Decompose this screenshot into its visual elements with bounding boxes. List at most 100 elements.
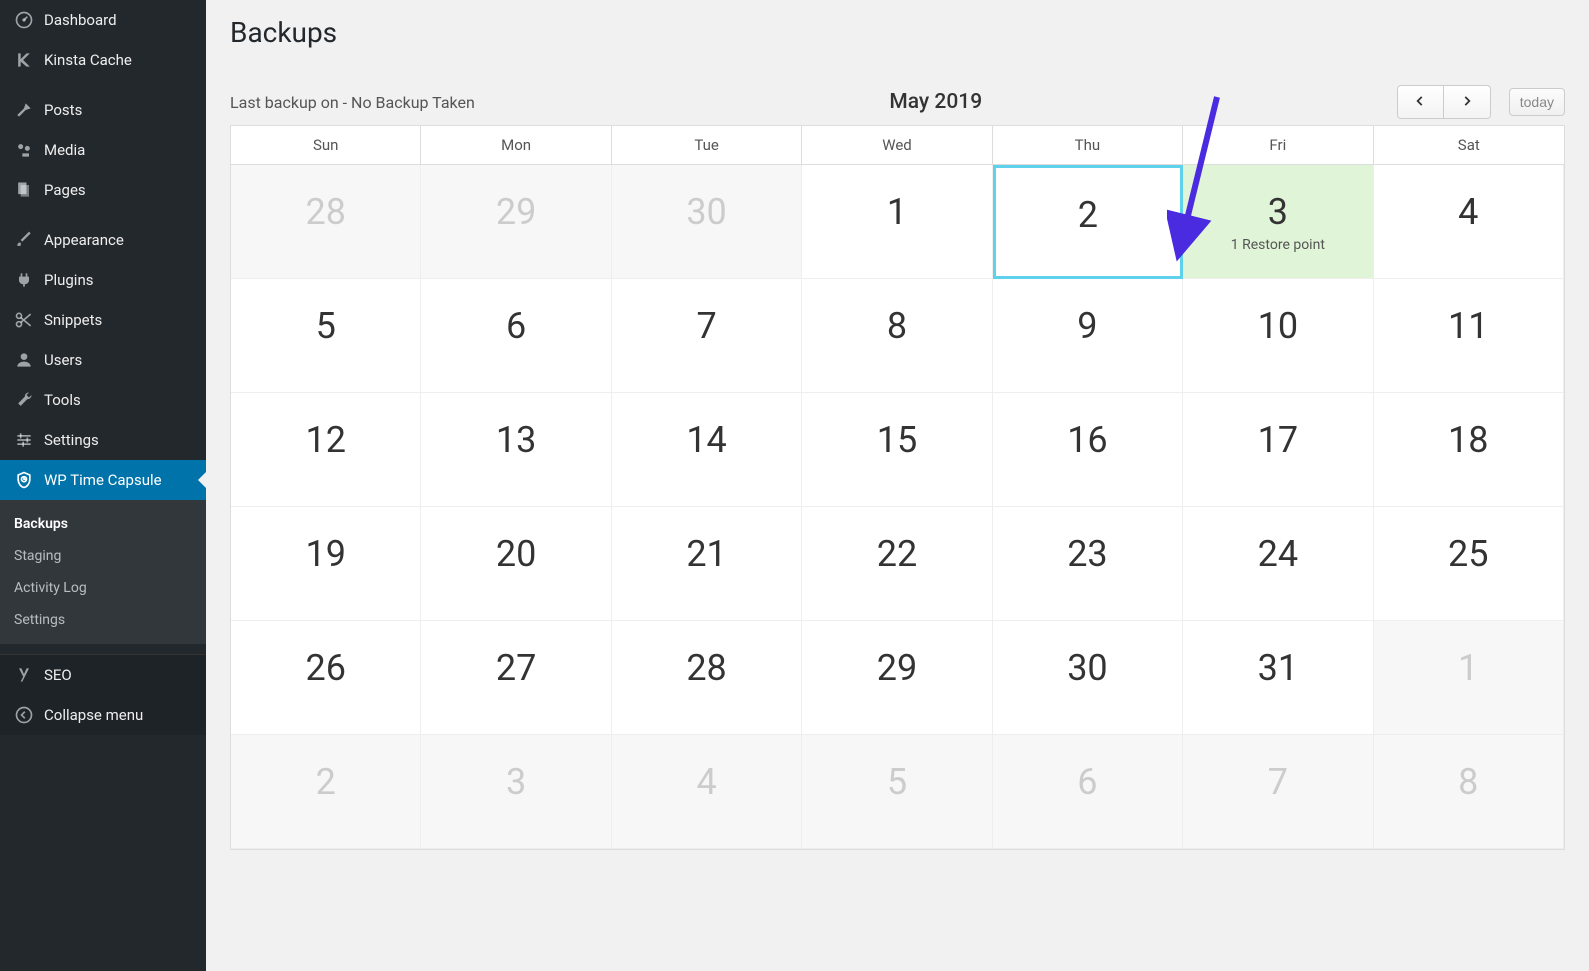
sidebar-item-wp-time-capsule[interactable]: WP Time Capsule (0, 460, 206, 500)
calendar-day-cell[interactable]: 1 (1374, 621, 1564, 735)
plug-icon (14, 270, 34, 290)
calendar-day-header: Sun (231, 126, 421, 164)
sidebar-item-snippets[interactable]: Snippets (0, 300, 206, 340)
calendar-day-cell[interactable]: 1 (802, 165, 992, 279)
sidebar-item-kinsta-cache[interactable]: Kinsta Cache (0, 40, 206, 80)
calendar-day-cell[interactable]: 6 (421, 279, 611, 393)
sidebar-item-posts[interactable]: Posts (0, 90, 206, 130)
sidebar-item-media[interactable]: Media (0, 130, 206, 170)
calendar-day-cell[interactable]: 4 (1374, 165, 1564, 279)
calendar-day-number: 12 (305, 419, 345, 461)
calendar-day-cell[interactable]: 29 (802, 621, 992, 735)
sidebar-item-label: Settings (44, 431, 99, 449)
calendar-day-cell[interactable]: 12 (231, 393, 421, 507)
calendar-day-cell[interactable]: 19 (231, 507, 421, 621)
main-content: Backups Last backup on - No Backup Taken… (206, 0, 1589, 971)
calendar-day-number: 16 (1067, 419, 1107, 461)
dashboard-icon (14, 10, 34, 30)
sidebar-item-collapse-menu[interactable]: Collapse menu (0, 695, 206, 735)
sidebar-item-label: Tools (44, 391, 81, 409)
calendar-day-cell[interactable]: 31 Restore point (1183, 165, 1373, 279)
calendar-day-cell[interactable]: 8 (802, 279, 992, 393)
wrench-icon (14, 390, 34, 410)
submenu-item-activity-log[interactable]: Activity Log (0, 572, 206, 604)
sidebar-item-dashboard[interactable]: Dashboard (0, 0, 206, 40)
calendar-day-cell[interactable]: 17 (1183, 393, 1373, 507)
calendar-day-number: 10 (1258, 305, 1298, 347)
calendar-day-cell[interactable]: 31 (1183, 621, 1373, 735)
prev-month-button[interactable] (1398, 86, 1444, 118)
calendar-day-cell[interactable]: 7 (1183, 735, 1373, 849)
calendar-day-cell[interactable]: 6 (993, 735, 1183, 849)
calendar-day-cell[interactable]: 28 (612, 621, 802, 735)
user-icon (14, 350, 34, 370)
calendar-day-cell[interactable]: 24 (1183, 507, 1373, 621)
next-month-button[interactable] (1444, 86, 1490, 118)
submenu-item-staging[interactable]: Staging (0, 540, 206, 572)
sidebar-item-settings[interactable]: Settings (0, 420, 206, 460)
calendar-day-cell[interactable]: 16 (993, 393, 1183, 507)
admin-sidebar: DashboardKinsta Cache PostsMediaPages Ap… (0, 0, 206, 971)
calendar-day-number: 6 (1077, 761, 1097, 803)
calendar-day-number: 4 (696, 761, 716, 803)
calendar-day-cell[interactable]: 21 (612, 507, 802, 621)
calendar-day-cell[interactable]: 5 (231, 279, 421, 393)
calendar-day-cell[interactable]: 14 (612, 393, 802, 507)
chevron-left-icon (1413, 93, 1427, 112)
calendar-day-number: 3 (506, 761, 526, 803)
calendar-day-cell[interactable]: 20 (421, 507, 611, 621)
calendar-day-cell[interactable]: 10 (1183, 279, 1373, 393)
calendar-day-number: 27 (496, 647, 536, 689)
brush-icon (14, 230, 34, 250)
calendar-day-cell[interactable]: 2 (231, 735, 421, 849)
calendar-day-cell[interactable]: 28 (231, 165, 421, 279)
calendar-day-cell[interactable]: 23 (993, 507, 1183, 621)
calendar-day-number: 11 (1448, 305, 1488, 347)
media-icon (14, 140, 34, 160)
calendar-day-cell[interactable]: 7 (612, 279, 802, 393)
page-title: Backups (230, 16, 1565, 49)
sidebar-item-appearance[interactable]: Appearance (0, 220, 206, 260)
today-button[interactable]: today (1509, 88, 1565, 116)
chevron-right-icon (1460, 93, 1474, 112)
sidebar-item-seo[interactable]: SEO (0, 655, 206, 695)
calendar-day-cell[interactable]: 15 (802, 393, 992, 507)
calendar-day-number: 6 (506, 305, 526, 347)
calendar-day-number: 23 (1067, 533, 1107, 575)
calendar-day-cell[interactable]: 18 (1374, 393, 1564, 507)
calendar-day-number: 21 (686, 533, 726, 575)
restore-point-label: 1 Restore point (1231, 237, 1325, 253)
calendar-day-cell[interactable]: 30 (612, 165, 802, 279)
sidebar-item-plugins[interactable]: Plugins (0, 260, 206, 300)
calendar-day-cell[interactable]: 22 (802, 507, 992, 621)
calendar-day-number: 29 (496, 191, 536, 233)
calendar-day-cell[interactable]: 4 (612, 735, 802, 849)
calendar-day-cell[interactable]: 11 (1374, 279, 1564, 393)
calendar-day-cell[interactable]: 25 (1374, 507, 1564, 621)
calendar-day-cell[interactable]: 5 (802, 735, 992, 849)
sidebar-item-users[interactable]: Users (0, 340, 206, 380)
calendar-day-cell[interactable]: 26 (231, 621, 421, 735)
calendar-day-number: 17 (1258, 419, 1298, 461)
calendar-day-cell[interactable]: 27 (421, 621, 611, 735)
calendar-day-cell[interactable]: 8 (1374, 735, 1564, 849)
calendar-day-header: Mon (421, 126, 611, 164)
calendar-day-header: Wed (802, 126, 992, 164)
sidebar-item-pages[interactable]: Pages (0, 170, 206, 210)
calendar-day-number: 9 (1077, 305, 1097, 347)
calendar-day-cell[interactable]: 2 (993, 165, 1183, 279)
submenu: BackupsStagingActivity LogSettings (0, 500, 206, 644)
calendar-day-number: 18 (1448, 419, 1488, 461)
sidebar-item-tools[interactable]: Tools (0, 380, 206, 420)
calendar-day-number: 8 (1458, 761, 1478, 803)
calendar-day-cell[interactable]: 30 (993, 621, 1183, 735)
calendar-day-number: 28 (305, 191, 345, 233)
calendar-day-cell[interactable]: 29 (421, 165, 611, 279)
calendar-day-cell[interactable]: 9 (993, 279, 1183, 393)
submenu-item-backups[interactable]: Backups (0, 508, 206, 540)
calendar-day-cell[interactable]: 13 (421, 393, 611, 507)
calendar-day-number: 25 (1448, 533, 1488, 575)
submenu-item-settings[interactable]: Settings (0, 604, 206, 636)
calendar-day-cell[interactable]: 3 (421, 735, 611, 849)
kinsta-icon (14, 50, 34, 70)
